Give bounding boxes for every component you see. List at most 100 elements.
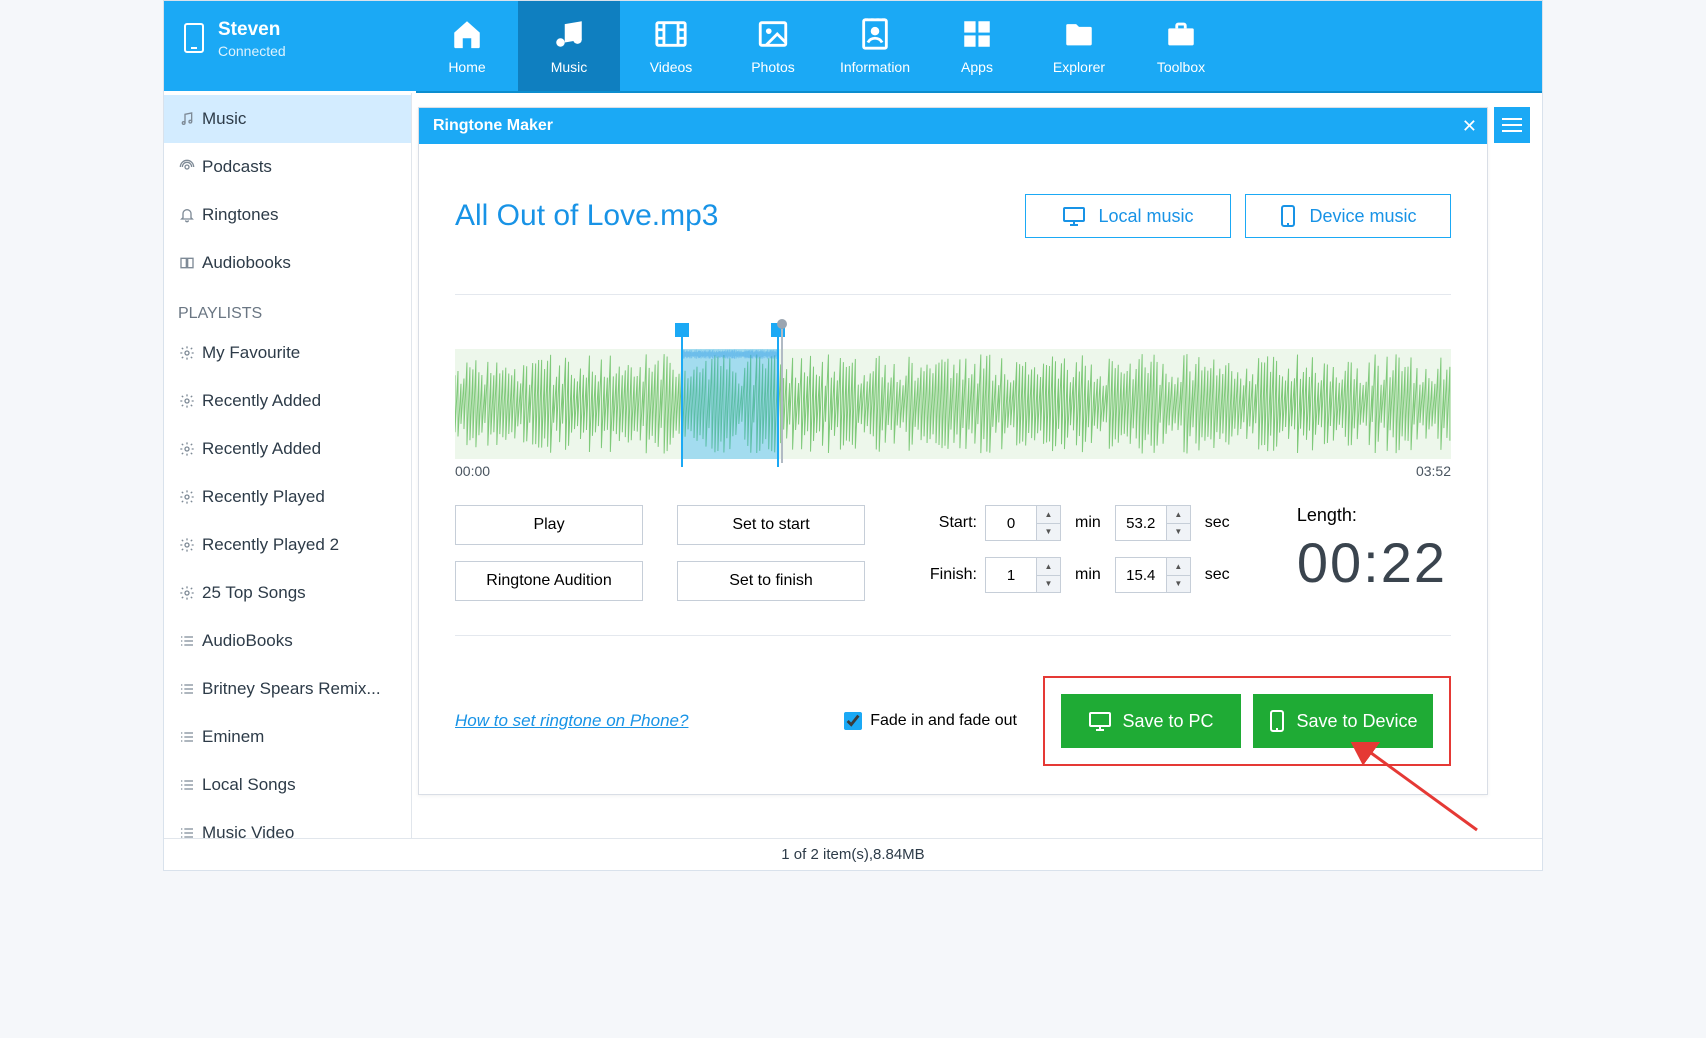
side-item-label: Music (202, 109, 246, 129)
start-handle[interactable] (675, 323, 689, 337)
ringtone-maker-modal: Ringtone Maker ✕ All Out of Love.mp3 Loc… (418, 107, 1488, 795)
sidebar-playlist-item-8[interactable]: Eminem (164, 713, 411, 761)
start-min-stepper[interactable]: ▲▼ (985, 505, 1061, 541)
spin-up-icon[interactable]: ▲ (1037, 558, 1060, 576)
content-area: Ringtone Maker ✕ All Out of Love.mp3 Loc… (412, 93, 1542, 838)
spin-up-icon[interactable]: ▲ (1167, 558, 1190, 576)
current-file-name: All Out of Love.mp3 (455, 199, 718, 233)
spin-down-icon[interactable]: ▼ (1037, 576, 1060, 593)
save-to-pc-button[interactable]: Save to PC (1061, 694, 1241, 748)
sidebar-playlist-item-5[interactable]: 25 Top Songs (164, 569, 411, 617)
list-icon (178, 824, 196, 842)
save-to-device-label: Save to Device (1296, 711, 1417, 732)
sidebar-playlist-item-3[interactable]: Recently Played (164, 473, 411, 521)
finish-sec-input[interactable] (1115, 557, 1167, 593)
spin-down-icon[interactable]: ▼ (1167, 576, 1190, 593)
topnav-information[interactable]: Information (824, 1, 926, 91)
list-icon (178, 776, 196, 794)
topnav-home[interactable]: Home (416, 1, 518, 91)
start-sec-input[interactable] (1115, 505, 1167, 541)
play-button[interactable]: Play (455, 505, 643, 545)
waveform-end-time: 03:52 (1416, 463, 1451, 479)
start-label: Start: (921, 514, 977, 532)
spin-up-icon[interactable]: ▲ (1037, 506, 1060, 524)
side-item-label: AudioBooks (202, 631, 293, 651)
side-item-label: Music Video (202, 823, 294, 843)
topnav-apps[interactable]: Apps (926, 1, 1028, 91)
sidebar-category-item-2[interactable]: Ringtones (164, 191, 411, 239)
topnav-label: Information (840, 59, 910, 75)
sidebar-playlist-item-0[interactable]: My Favourite (164, 329, 411, 377)
topnav-label: Toolbox (1157, 59, 1205, 75)
save-to-device-button[interactable]: Save to Device (1253, 694, 1433, 748)
spin-down-icon[interactable]: ▼ (1037, 524, 1060, 541)
divider (455, 635, 1451, 636)
set-to-start-button[interactable]: Set to start (677, 505, 865, 545)
gear-icon (178, 536, 196, 554)
help-link[interactable]: How to set ringtone on Phone? (455, 711, 688, 731)
podcast-icon (178, 158, 196, 176)
divider (455, 294, 1451, 295)
close-icon[interactable]: ✕ (1462, 116, 1477, 137)
topnav-explorer[interactable]: Explorer (1028, 1, 1130, 91)
sidebar-playlist-item-7[interactable]: Britney Spears Remix... (164, 665, 411, 713)
local-music-button[interactable]: Local music (1025, 194, 1231, 238)
ringtone-audition-button[interactable]: Ringtone Audition (455, 561, 643, 601)
toolbox-icon (1162, 15, 1200, 53)
side-item-label: Recently Played 2 (202, 535, 339, 555)
side-item-label: Ringtones (202, 205, 279, 225)
device-status: Connected (218, 43, 286, 59)
topnav-label: Music (551, 59, 588, 75)
bell-icon (178, 206, 196, 224)
music-icon (178, 110, 196, 128)
gear-icon (178, 344, 196, 362)
topnav-label: Apps (961, 59, 993, 75)
spin-up-icon[interactable]: ▲ (1167, 506, 1190, 524)
start-min-input[interactable] (985, 505, 1037, 541)
gear-icon (178, 440, 196, 458)
spin-down-icon[interactable]: ▼ (1167, 524, 1190, 541)
hamburger-button[interactable] (1494, 107, 1530, 143)
playlists-header: PLAYLISTS (164, 287, 411, 329)
information-icon (856, 15, 894, 53)
side-item-label: Britney Spears Remix... (202, 679, 381, 699)
status-text: 1 of 2 item(s),8.84MB (781, 846, 924, 863)
finish-sec-stepper[interactable]: ▲▼ (1115, 557, 1191, 593)
finish-min-input[interactable] (985, 557, 1037, 593)
sidebar-category-item-3[interactable]: Audiobooks (164, 239, 411, 287)
topnav-label: Photos (751, 59, 795, 75)
set-to-finish-button[interactable]: Set to finish (677, 561, 865, 601)
sidebar-category-item-0[interactable]: Music (164, 95, 411, 143)
sidebar-playlist-item-9[interactable]: Local Songs (164, 761, 411, 809)
apps-icon (958, 15, 996, 53)
side-item-label: Audiobooks (202, 253, 291, 273)
start-sec-stepper[interactable]: ▲▼ (1115, 505, 1191, 541)
waveform[interactable]: 00:00 03:52 (455, 349, 1451, 479)
playhead[interactable] (777, 319, 787, 329)
device-music-label: Device music (1309, 206, 1416, 227)
device-music-button[interactable]: Device music (1245, 194, 1451, 238)
sidebar-playlist-item-1[interactable]: Recently Added (164, 377, 411, 425)
topnav-toolbox[interactable]: Toolbox (1130, 1, 1232, 91)
device-block: Steven Connected (164, 1, 416, 91)
length-value: 00:22 (1297, 530, 1447, 595)
photos-icon (754, 15, 792, 53)
phone-icon (184, 23, 204, 53)
topnav-photos[interactable]: Photos (722, 1, 824, 91)
sidebar-category-item-1[interactable]: Podcasts (164, 143, 411, 191)
unit-min: min (1075, 514, 1101, 532)
topnav-videos[interactable]: Videos (620, 1, 722, 91)
topnav-label: Home (448, 59, 485, 75)
side-item-label: 25 Top Songs (202, 583, 306, 603)
finish-min-stepper[interactable]: ▲▼ (985, 557, 1061, 593)
topnav-music[interactable]: Music (518, 1, 620, 91)
unit-min: min (1075, 566, 1101, 584)
save-buttons-highlight: Save to PC Save to Device (1043, 676, 1451, 766)
sidebar-playlist-item-4[interactable]: Recently Played 2 (164, 521, 411, 569)
side-item-label: Eminem (202, 727, 264, 747)
sidebar-playlist-item-2[interactable]: Recently Added (164, 425, 411, 473)
side-item-label: Podcasts (202, 157, 272, 177)
fade-checkbox[interactable] (844, 712, 862, 730)
sidebar-playlist-item-6[interactable]: AudioBooks (164, 617, 411, 665)
sidebar-playlist-item-10[interactable]: Music Video (164, 809, 411, 857)
